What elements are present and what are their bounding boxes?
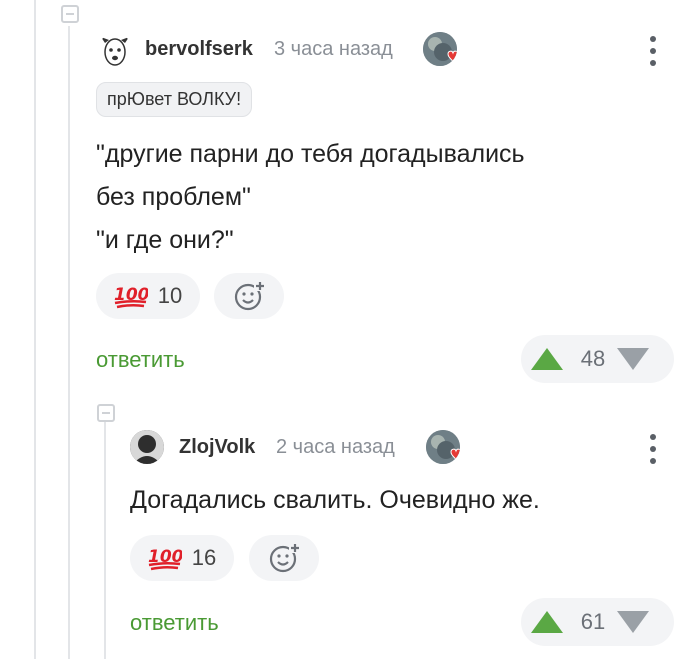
downvote-icon[interactable] [617,611,649,633]
heart-badge-avatar-icon[interactable] [426,430,460,464]
reaction-count: 10 [157,283,183,308]
add-reaction-button[interactable] [249,535,319,581]
reply-button[interactable]: ответить [96,347,185,373]
user-note-badge: прЮвет ВОЛКУ! [96,82,253,117]
collapse-thread-button[interactable] [61,5,79,23]
comment-text-line: без проблем" [96,183,251,211]
thread-line-main [68,26,70,659]
rating-count: 61 [580,609,606,634]
downvote-icon[interactable] [617,348,649,370]
add-reaction-icon [269,543,301,573]
user-avatar-icon[interactable] [130,430,164,464]
reaction-button[interactable]: 100 10 [96,273,200,319]
add-reaction-icon [234,281,266,311]
rating-count: 48 [580,346,606,371]
collapse-thread-button[interactable] [97,404,115,422]
vote-control: 48 [521,335,674,383]
thread-line-outer [34,0,36,659]
reaction-button[interactable]: 100 16 [130,535,234,581]
add-reaction-button[interactable] [214,273,284,319]
comment-text-line: "и где они?" [96,226,234,254]
comment-time[interactable]: 3 часа назад [274,38,393,61]
more-vertical-icon[interactable] [649,36,657,72]
upvote-icon[interactable] [531,611,563,633]
comment-author[interactable]: bervolfserk [145,38,253,61]
upvote-icon[interactable] [531,348,563,370]
comment-text-line: "другие парни до тебя догадывались [96,140,525,168]
reply-button[interactable]: ответить [130,610,219,636]
comment-author[interactable]: ZlojVolk [179,436,255,459]
comment-text: "другие парни до тебя догадывались без п… [96,133,525,262]
reaction-count: 16 [191,545,217,570]
thread-line-reply [104,420,106,659]
comment-time[interactable]: 2 часа назад [276,436,395,459]
more-vertical-icon[interactable] [649,434,657,470]
comment-text-line: Догадались свалить. Очевидно же. [130,486,540,514]
hundred-points-icon: 100 [148,547,182,571]
vote-control: 61 [521,598,674,646]
comment-text: Догадались свалить. Очевидно же. [130,479,540,522]
heart-badge-avatar-icon[interactable] [423,32,457,66]
dog-avatar-icon[interactable] [98,33,132,67]
hundred-points-icon: 100 [114,285,148,309]
